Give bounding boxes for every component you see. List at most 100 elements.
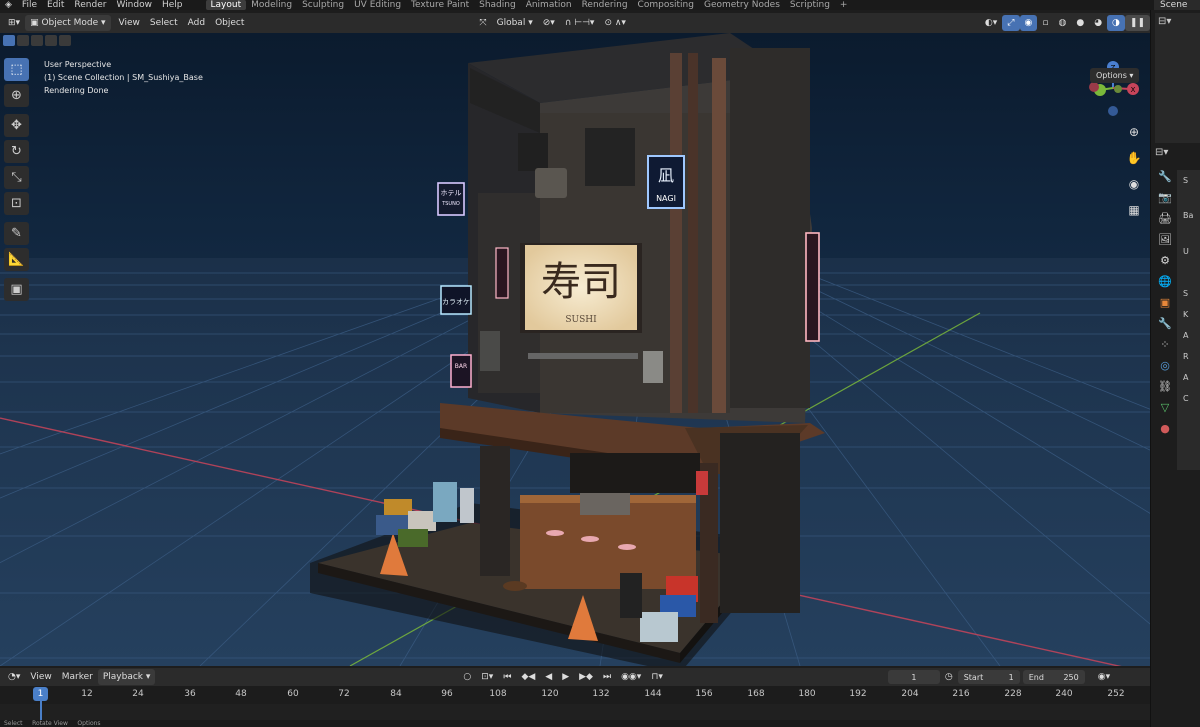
tab-sculpting[interactable]: Sculpting bbox=[297, 0, 349, 10]
pause-render-icon[interactable]: ❚❚ bbox=[1124, 15, 1150, 31]
preview-range-icon[interactable]: ◷ bbox=[940, 669, 958, 685]
scene-tab-icon[interactable]: ⚙ bbox=[1155, 254, 1175, 275]
pivot-point-icon[interactable]: ⊘▾ bbox=[538, 15, 560, 31]
snap-timeline-icon[interactable]: ⊓▾ bbox=[646, 669, 668, 685]
menu-edit[interactable]: Edit bbox=[42, 0, 69, 10]
overlay-toggle-icon[interactable]: ◉ bbox=[1019, 15, 1038, 31]
prop-row[interactable]: C bbox=[1177, 388, 1200, 409]
properties-panel[interactable]: S Ba U S K A R A C bbox=[1177, 170, 1200, 470]
select-subtract-icon[interactable] bbox=[31, 35, 43, 46]
playhead[interactable]: 1 bbox=[33, 687, 48, 701]
prop-row[interactable]: Ba bbox=[1177, 191, 1200, 241]
tab-animation[interactable]: Animation bbox=[521, 0, 577, 10]
keying-icon[interactable]: ⊡▾ bbox=[476, 669, 498, 685]
editor-type-icon[interactable]: ⊞▾ bbox=[3, 15, 25, 31]
outliner[interactable]: ⊟▾ bbox=[1155, 13, 1200, 143]
tab-rendering[interactable]: Rendering bbox=[577, 0, 633, 10]
prop-row[interactable]: A bbox=[1177, 367, 1200, 388]
data-tab-icon[interactable]: ▽ bbox=[1155, 401, 1175, 422]
jump-end-icon[interactable]: ⏭ bbox=[598, 669, 616, 685]
tab-scripting[interactable]: Scripting bbox=[785, 0, 835, 10]
scene-selector[interactable]: Scene bbox=[1154, 0, 1200, 10]
tab-compositing[interactable]: Compositing bbox=[633, 0, 699, 10]
jump-start-icon[interactable]: ⏮ bbox=[498, 669, 516, 685]
material-tab-icon[interactable]: ● bbox=[1155, 422, 1175, 443]
prop-row[interactable] bbox=[1177, 262, 1200, 283]
prop-row[interactable]: A bbox=[1177, 325, 1200, 346]
add-cube-tool-icon[interactable]: ▣ bbox=[4, 278, 29, 301]
move-tool-icon[interactable]: ✥ bbox=[4, 114, 29, 137]
select-extend-icon[interactable] bbox=[17, 35, 29, 46]
menu-file[interactable]: File bbox=[17, 0, 42, 10]
tab-layout[interactable]: Layout bbox=[205, 0, 247, 10]
world-tab-icon[interactable]: 🌐 bbox=[1155, 275, 1175, 296]
end-frame-field[interactable]: End 250 bbox=[1022, 670, 1085, 684]
properties-editor-icon[interactable]: ⊟▾ bbox=[1155, 147, 1168, 158]
pan-hand-icon[interactable]: ✋ bbox=[1125, 151, 1143, 177]
tab-uv-editing[interactable]: UV Editing bbox=[349, 0, 406, 10]
play-reverse-icon[interactable]: ◀ bbox=[540, 669, 557, 685]
shading-solid-icon[interactable]: ● bbox=[1071, 15, 1089, 31]
scale-tool-icon[interactable]: ⤡ bbox=[4, 166, 29, 189]
add-workspace-button[interactable]: + bbox=[835, 0, 853, 10]
particles-tab-icon[interactable]: ⁘ bbox=[1155, 338, 1175, 359]
physics-tab-icon[interactable]: ◎ bbox=[1155, 359, 1175, 380]
orientation-selector[interactable]: Global ▾ bbox=[492, 15, 538, 31]
prop-row[interactable]: S bbox=[1177, 283, 1200, 304]
modifier-tab-icon[interactable]: 🔧 bbox=[1155, 317, 1175, 338]
zoom-icon[interactable]: ⊕ bbox=[1125, 125, 1143, 151]
menu-help[interactable]: Help bbox=[157, 0, 188, 10]
view-layer-tab-icon[interactable]: 🖼 bbox=[1155, 233, 1175, 254]
blender-logo-icon[interactable]: ◈ bbox=[0, 0, 17, 10]
tab-texture-paint[interactable]: Texture Paint bbox=[406, 0, 474, 10]
shading-rendered-icon[interactable]: ◑ bbox=[1107, 15, 1125, 31]
rotate-tool-icon[interactable]: ↻ bbox=[4, 140, 29, 163]
select-intersect-icon[interactable] bbox=[59, 35, 71, 46]
tab-geometry-nodes[interactable]: Geometry Nodes bbox=[699, 0, 785, 10]
sync-icon[interactable]: ◉◉▾ bbox=[616, 669, 646, 685]
timeline-overlay-icon[interactable]: ◉▾ bbox=[1093, 669, 1115, 685]
current-frame-field[interactable]: 1 bbox=[887, 670, 940, 684]
playback-menu[interactable]: Playback ▾ bbox=[97, 669, 156, 685]
next-key-icon[interactable]: ▶◆ bbox=[574, 669, 598, 685]
gizmo-toggle-icon[interactable]: ⤢ bbox=[1002, 15, 1020, 31]
tool-tab-icon[interactable]: 🔧 bbox=[1155, 170, 1175, 191]
timeline-editor-icon[interactable]: ◔▾ bbox=[3, 669, 25, 685]
ortho-grid-icon[interactable]: ▦ bbox=[1125, 203, 1143, 229]
output-tab-icon[interactable]: 🖨 bbox=[1155, 212, 1175, 233]
xray-icon[interactable]: ▫ bbox=[1037, 15, 1053, 31]
outliner-editor-icon[interactable]: ⊟▾ bbox=[1155, 13, 1200, 30]
prop-row[interactable]: U bbox=[1177, 241, 1200, 262]
play-icon[interactable]: ▶ bbox=[557, 669, 574, 685]
prop-row[interactable]: S bbox=[1177, 170, 1200, 191]
select-menu[interactable]: Select bbox=[145, 15, 183, 31]
select-invert-icon[interactable] bbox=[45, 35, 57, 46]
proportional-edit-icon[interactable]: ⊙ ∧▾ bbox=[599, 15, 631, 31]
render-tab-icon[interactable]: 📷 bbox=[1155, 191, 1175, 212]
timeline-marker-menu[interactable]: Marker bbox=[57, 669, 98, 685]
transform-orientation-icon[interactable]: ⤧ bbox=[474, 15, 491, 31]
transform-tool-icon[interactable]: ⊡ bbox=[4, 192, 29, 215]
prop-row[interactable]: R bbox=[1177, 346, 1200, 367]
constraints-tab-icon[interactable]: ⛓ bbox=[1155, 380, 1175, 401]
shading-material-icon[interactable]: ◕ bbox=[1089, 15, 1107, 31]
view-menu[interactable]: View bbox=[114, 15, 145, 31]
shading-wireframe-icon[interactable]: ◍ bbox=[1053, 15, 1071, 31]
menu-window[interactable]: Window bbox=[111, 0, 157, 10]
add-menu[interactable]: Add bbox=[183, 15, 210, 31]
mode-selector[interactable]: ▣ Object Mode ▾ bbox=[25, 15, 111, 31]
cursor-tool-icon[interactable]: ⊕ bbox=[4, 84, 29, 107]
menu-render[interactable]: Render bbox=[69, 0, 111, 10]
frame-ruler[interactable]: 1 12 24 36 48 60 72 84 96 108 120 132 14… bbox=[0, 686, 1150, 704]
object-menu[interactable]: Object bbox=[210, 15, 249, 31]
prop-row[interactable]: K bbox=[1177, 304, 1200, 325]
timeline-view-menu[interactable]: View bbox=[25, 669, 56, 685]
start-frame-field[interactable]: Start 1 bbox=[957, 670, 1020, 684]
camera-view-icon[interactable]: ◉ bbox=[1125, 177, 1143, 203]
3d-viewport[interactable]: 凪 NAGI ホテル TSUNO カラオケ BAR 寿司 SUSHI Z X bbox=[0, 33, 1150, 666]
tab-shading[interactable]: Shading bbox=[474, 0, 521, 10]
annotate-tool-icon[interactable]: ✎ bbox=[4, 222, 29, 245]
visibility-icon[interactable]: ◐▾ bbox=[980, 15, 1002, 31]
snap-icon[interactable]: ∩ ⊢⊣▾ bbox=[560, 15, 600, 31]
measure-tool-icon[interactable]: 📐 bbox=[4, 248, 29, 271]
